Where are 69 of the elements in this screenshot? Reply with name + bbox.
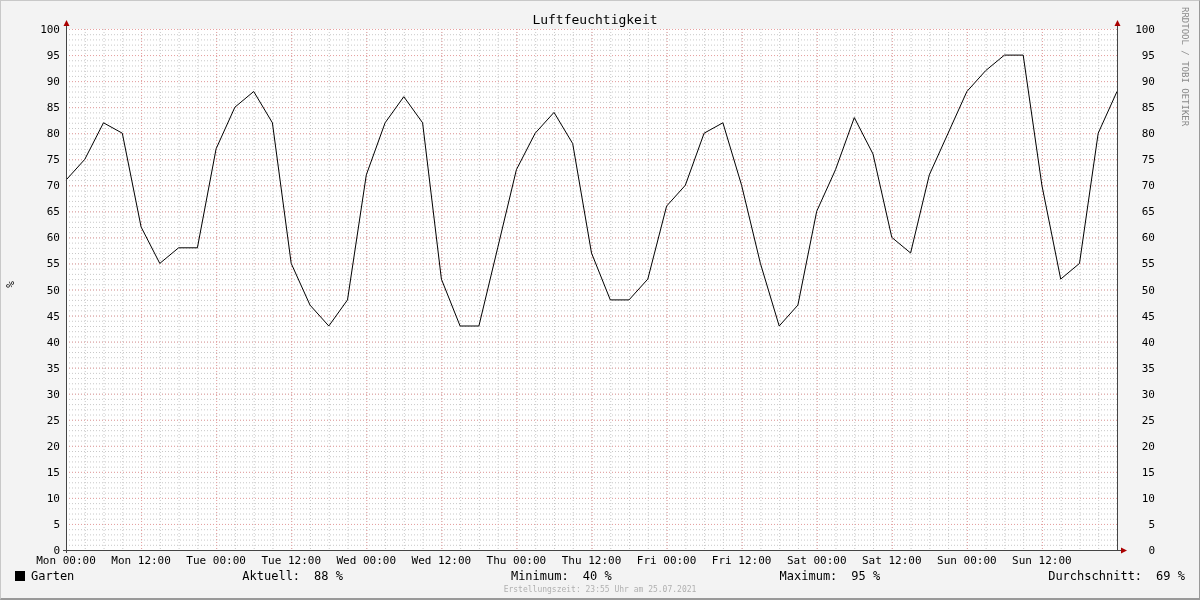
y-tick-label: 25 [1141,413,1155,427]
y-tick-label: 45 [46,309,60,323]
y-tick-label: 15 [46,465,60,479]
y-tick-label: 60 [1141,231,1155,245]
y-tick-label: 70 [46,179,60,193]
stat-value: 88 % [314,568,343,583]
y-tick-label: 40 [1141,335,1155,349]
y-tick-label: 75 [1141,153,1155,167]
y-tick-label: 95 [1141,49,1155,63]
stat-value: 40 % [582,568,612,583]
y-tick-label: 40 [46,335,60,349]
y-tick-label: 20 [46,439,60,453]
y-tick-label: 65 [46,205,60,219]
x-tick-label: Sat 12:00 [862,554,922,567]
stat-label: Aktuell: [242,568,301,583]
x-tick-label: Sat 00:00 [786,554,847,567]
y-tick-label: 10 [1141,491,1155,505]
y-tick-label: 65 [1141,205,1155,219]
y-tick-label: 5 [1148,517,1155,531]
y-tick-label: 90 [46,75,60,89]
stat-label: Durchschnitt: [1048,568,1143,583]
y-tick-label: 0 [53,544,60,557]
x-tick-label: Wed 00:00 [336,554,397,567]
stat-label: Minimum: [510,568,569,583]
y-tick-label: 55 [46,257,60,271]
legend-label: Garten [31,568,75,583]
y-tick-label: 100 [40,23,60,36]
chart-title: Luftfeuchtigkeit [532,12,658,27]
stat-label: Maximum: [779,568,838,583]
y-tick-label: 70 [1141,179,1155,193]
y-axis-label: % [3,279,18,290]
side-label: RRDTOOL / TOBI OETIKER [1180,7,1190,127]
y-tick-label: 35 [1141,361,1155,375]
y-tick-label: 90 [1141,75,1155,89]
x-tick-label: Mon 12:00 [111,554,171,567]
x-tick-label: Wed 12:00 [411,554,472,567]
y-tick-label: 80 [1141,127,1155,141]
x-tick-label: Sun 00:00 [937,554,997,567]
stat-value: 95 % [851,568,881,583]
y-tick-label: 0 [1148,544,1155,557]
y-tick-label: 45 [1141,309,1155,323]
y-tick-label: 60 [46,231,60,245]
y-tick-label: 75 [46,153,60,167]
x-tick-label: Fri 12:00 [711,554,772,567]
y-tick-label: 30 [46,387,60,401]
y-tick-label: 85 [1141,101,1155,115]
y-tick-label: 30 [1141,387,1155,401]
x-tick-label: Sun 12:00 [1012,554,1072,567]
y-tick-label: 50 [1141,283,1155,297]
y-tick-label: 10 [46,491,60,505]
creation-time: Erstellungszeit: 23:55 Uhr am 25.07.2021 [503,585,697,594]
y-tick-label: 35 [46,361,60,375]
x-tick-label: Fri 00:00 [636,554,697,567]
x-tick-label: Tue 12:00 [261,554,321,567]
y-tick-label: 5 [53,517,60,531]
y-tick-label: 95 [46,49,60,63]
y-tick-label: 85 [46,101,60,115]
y-tick-label: 80 [46,127,60,141]
y-tick-label: 55 [1141,257,1155,271]
stat-value: 69 % [1156,568,1185,583]
y-tick-label: 50 [46,283,60,297]
x-tick-label: Thu 00:00 [486,554,547,567]
x-tick-label: Mon 00:00 [36,554,96,567]
y-tick-label: 25 [46,413,60,427]
y-tick-label: 15 [1141,465,1155,479]
y-tick-label: 20 [1141,439,1155,453]
y-tick-label: 100 [1135,23,1155,36]
x-tick-label: Tue 00:00 [186,554,246,567]
x-tick-label: Thu 12:00 [561,554,622,567]
